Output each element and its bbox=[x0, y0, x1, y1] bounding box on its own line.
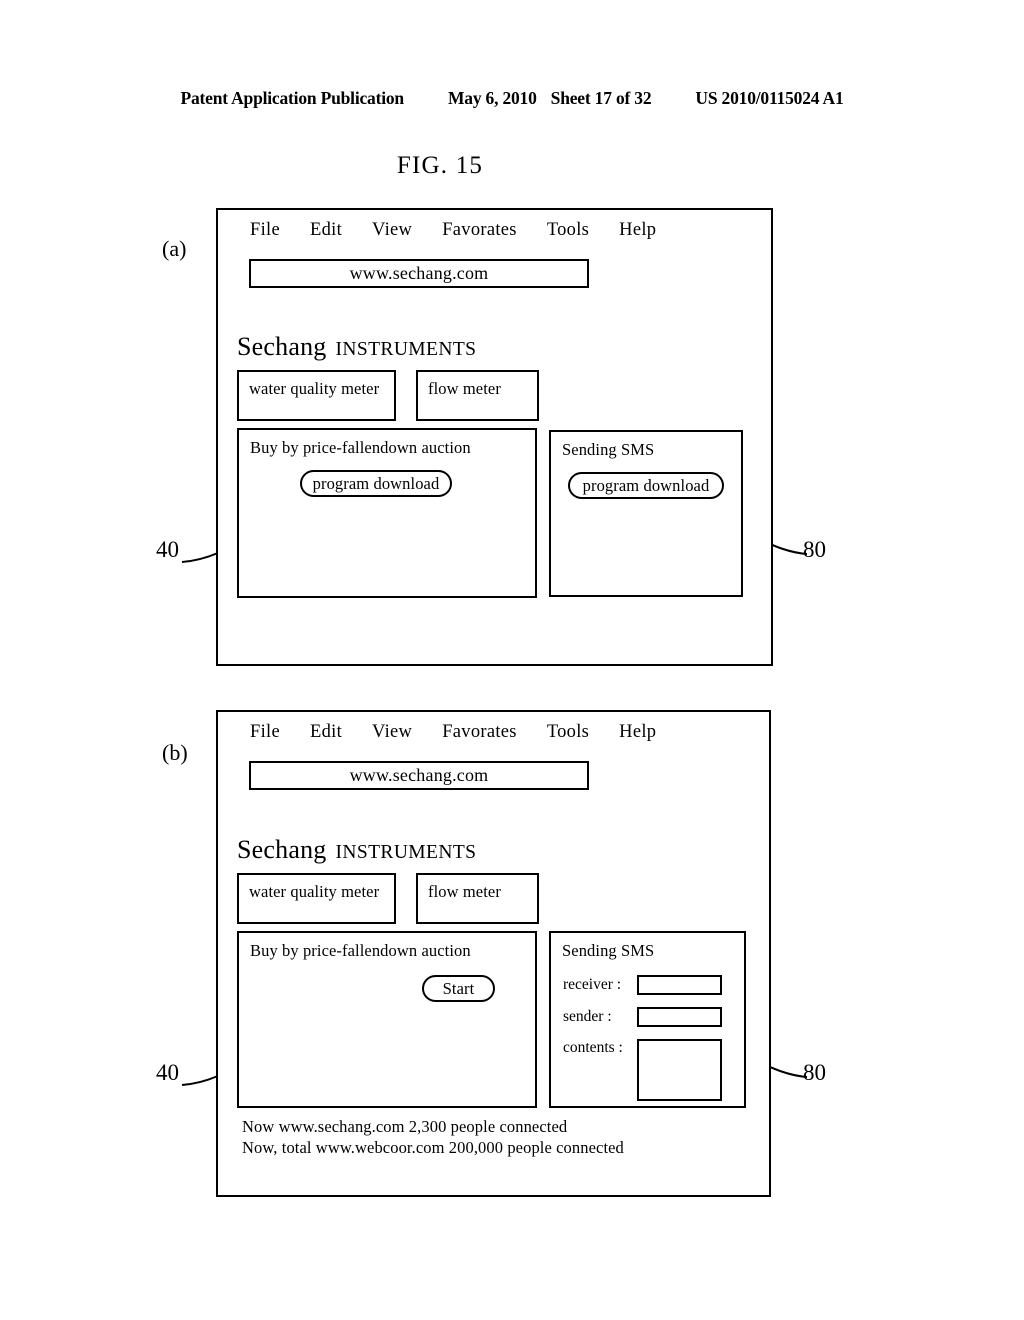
figure-title-text: FIG. 15 bbox=[396, 152, 484, 179]
program-download-button-sms[interactable]: program download bbox=[568, 472, 724, 499]
button-label: program download bbox=[582, 475, 710, 495]
brand-subtitle: INSTRUMENTS bbox=[335, 842, 477, 863]
sms-pane-a: Sending SMS program download bbox=[549, 430, 743, 597]
address-bar-a[interactable]: www.sechang.com bbox=[249, 259, 589, 288]
menu-item-edit[interactable]: Edit bbox=[310, 220, 342, 241]
menu-item-tools[interactable]: Tools bbox=[547, 722, 589, 743]
site-brand-b: Sechang INSTRUMENTS bbox=[237, 835, 476, 865]
auction-pane-title: Buy by price-fallendown auction bbox=[250, 941, 471, 960]
menu-item-help[interactable]: Help bbox=[619, 722, 656, 743]
address-bar-value: www.sechang.com bbox=[349, 765, 489, 785]
auction-pane-a: Buy by price-fallendown auction program … bbox=[237, 428, 537, 598]
browser-window-a: File Edit View Favorates Tools Help www.… bbox=[216, 208, 773, 666]
sms-input-receiver[interactable] bbox=[637, 975, 722, 995]
status-line-webcoor: Now, total www.webcoor.com 200,000 peopl… bbox=[242, 1138, 624, 1157]
reference-numeral-40-b: 40 bbox=[156, 1060, 179, 1085]
browser-window-b: File Edit View Favorates Tools Help www.… bbox=[216, 710, 771, 1197]
product-button-water-quality-meter[interactable]: water quality meter bbox=[237, 873, 396, 924]
sms-input-contents[interactable] bbox=[637, 1039, 722, 1101]
product-button-label: flow meter bbox=[428, 882, 501, 901]
menubar-a: File Edit View Favorates Tools Help bbox=[250, 220, 656, 241]
address-bar-b[interactable]: www.sechang.com bbox=[249, 761, 589, 790]
reference-numeral-80-a: 80 bbox=[803, 537, 826, 562]
button-label: Start bbox=[442, 978, 475, 998]
status-footer: Now www.sechang.com 2,300 people connect… bbox=[242, 1116, 624, 1158]
product-button-flow-meter[interactable]: flow meter bbox=[416, 370, 539, 421]
menu-item-tools[interactable]: Tools bbox=[547, 220, 589, 241]
status-line-sechang: Now www.sechang.com 2,300 people connect… bbox=[242, 1117, 568, 1136]
page-header: Patent Application Publication May 6, 20… bbox=[0, 88, 1024, 109]
menu-item-file[interactable]: File bbox=[250, 722, 280, 743]
publication-label: Patent Application Publication bbox=[180, 88, 405, 108]
publication-date: May 6, 2010 bbox=[447, 88, 537, 108]
menubar-b: File Edit View Favorates Tools Help bbox=[250, 722, 656, 743]
patent-number: US 2010/0115024 A1 bbox=[695, 88, 844, 108]
program-download-button-auction[interactable]: program download bbox=[300, 470, 452, 497]
menu-item-view[interactable]: View bbox=[372, 220, 412, 241]
menu-item-view[interactable]: View bbox=[372, 722, 412, 743]
auction-pane-title: Buy by price-fallendown auction bbox=[250, 438, 471, 457]
product-button-water-quality-meter[interactable]: water quality meter bbox=[237, 370, 396, 421]
menu-item-file[interactable]: File bbox=[250, 220, 280, 241]
menu-item-favorates[interactable]: Favorates bbox=[442, 722, 517, 743]
product-button-flow-meter[interactable]: flow meter bbox=[416, 873, 539, 924]
figure-title: FIG. 15 bbox=[0, 152, 1024, 180]
panel-label-a: (a) bbox=[162, 236, 187, 261]
menu-item-help[interactable]: Help bbox=[619, 220, 656, 241]
sms-row-receiver: receiver : bbox=[563, 975, 722, 995]
menu-item-edit[interactable]: Edit bbox=[310, 722, 342, 743]
reference-numeral-40-a: 40 bbox=[156, 537, 179, 562]
sms-pane-b: Sending SMS receiver : sender : contents… bbox=[549, 931, 746, 1108]
sms-input-sender[interactable] bbox=[637, 1007, 722, 1027]
site-brand-a: Sechang INSTRUMENTS bbox=[237, 332, 476, 362]
sms-row-sender: sender : bbox=[563, 1007, 722, 1027]
product-button-label: flow meter bbox=[428, 379, 501, 398]
sms-label-receiver: receiver : bbox=[563, 976, 622, 993]
start-button[interactable]: Start bbox=[422, 975, 495, 1002]
sms-pane-title: Sending SMS bbox=[562, 941, 655, 960]
brand-name: Sechang bbox=[237, 835, 327, 864]
address-bar-value: www.sechang.com bbox=[349, 263, 489, 283]
auction-pane-b: Buy by price-fallendown auction Start bbox=[237, 931, 537, 1108]
menu-item-favorates[interactable]: Favorates bbox=[442, 220, 517, 241]
brand-name: Sechang bbox=[237, 332, 327, 361]
reference-numeral-80-b: 80 bbox=[803, 1060, 826, 1085]
product-button-label: water quality meter bbox=[249, 379, 380, 398]
panel-label-b: (b) bbox=[162, 740, 188, 765]
button-label: program download bbox=[312, 473, 440, 493]
sms-label-contents: contents : bbox=[563, 1039, 623, 1056]
sheet-number: Sheet 17 of 32 bbox=[550, 88, 652, 108]
brand-subtitle: INSTRUMENTS bbox=[335, 339, 477, 360]
sms-label-sender: sender : bbox=[563, 1008, 612, 1025]
sms-pane-title: Sending SMS bbox=[562, 440, 655, 459]
product-button-label: water quality meter bbox=[249, 882, 380, 901]
sms-row-contents: contents : bbox=[563, 1039, 722, 1101]
